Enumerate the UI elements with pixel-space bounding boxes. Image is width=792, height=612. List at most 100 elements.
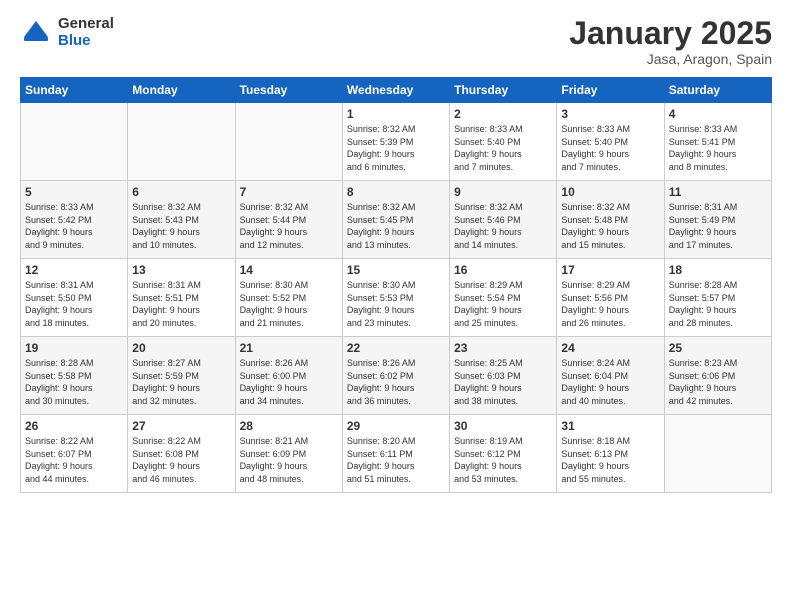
day-number: 28	[240, 419, 338, 433]
logo-icon	[20, 17, 52, 49]
calendar-cell: 11Sunrise: 8:31 AM Sunset: 5:49 PM Dayli…	[664, 181, 771, 259]
calendar-cell: 31 Sunrise: 8:18 AM Sunset: 6:13 PM Dayli…	[557, 415, 664, 493]
day-info: Sunrise: 8:20 AM Sunset: 6:11 PM Dayligh…	[347, 435, 445, 485]
day-info: Sunrise: 8:32 AM Sunset: 5:43 PM Dayligh…	[132, 201, 230, 251]
logo-blue-label: Blue	[58, 33, 114, 50]
calendar-cell: 15 Sunrise: 8:30 AM Sunset: 5:53 PM Dayli…	[342, 259, 449, 337]
calendar-cell: 28 Sunrise: 8:21 AM Sunset: 6:09 PM Dayli…	[235, 415, 342, 493]
day-info: Sunrise: 8:32 AM Sunset: 5:48 PM Dayligh…	[561, 201, 659, 251]
calendar: SundayMondayTuesdayWednesdayThursdayFrid…	[20, 77, 772, 493]
calendar-cell: 12 Sunrise: 8:31 AM Sunset: 5:50 PM Dayli…	[21, 259, 128, 337]
calendar-week-row: 26 Sunrise: 8:22 AM Sunset: 6:07 PM Dayli…	[21, 415, 772, 493]
weekday-header: Friday	[557, 78, 664, 103]
day-info: Sunrise: 8:18 AM Sunset: 6:13 PM Dayligh…	[561, 435, 659, 485]
day-info: Sunrise: 8:32 AM Sunset: 5:39 PM Dayligh…	[347, 123, 445, 173]
weekday-header: Tuesday	[235, 78, 342, 103]
day-number: 7	[240, 185, 338, 199]
calendar-cell: 25Sunrise: 8:23 AM Sunset: 6:06 PM Dayli…	[664, 337, 771, 415]
day-number: 27	[132, 419, 230, 433]
day-number: 18	[669, 263, 767, 277]
day-info: Sunrise: 8:26 AM Sunset: 6:00 PM Dayligh…	[240, 357, 338, 407]
calendar-cell	[235, 103, 342, 181]
calendar-cell: 23 Sunrise: 8:25 AM Sunset: 6:03 PM Dayli…	[450, 337, 557, 415]
weekday-header: Wednesday	[342, 78, 449, 103]
day-number: 31	[561, 419, 659, 433]
day-info: Sunrise: 8:22 AM Sunset: 6:08 PM Dayligh…	[132, 435, 230, 485]
day-info: Sunrise: 8:33 AM Sunset: 5:40 PM Dayligh…	[561, 123, 659, 173]
day-number: 30	[454, 419, 552, 433]
day-number: 2	[454, 107, 552, 121]
day-info: Sunrise: 8:22 AM Sunset: 6:07 PM Dayligh…	[25, 435, 123, 485]
calendar-cell	[21, 103, 128, 181]
day-info: Sunrise: 8:26 AM Sunset: 6:02 PM Dayligh…	[347, 357, 445, 407]
day-number: 5	[25, 185, 123, 199]
day-number: 16	[454, 263, 552, 277]
day-info: Sunrise: 8:30 AM Sunset: 5:52 PM Dayligh…	[240, 279, 338, 329]
calendar-week-row: 5Sunrise: 8:33 AM Sunset: 5:42 PM Daylig…	[21, 181, 772, 259]
calendar-cell: 10 Sunrise: 8:32 AM Sunset: 5:48 PM Dayli…	[557, 181, 664, 259]
day-number: 1	[347, 107, 445, 121]
day-info: Sunrise: 8:31 AM Sunset: 5:50 PM Dayligh…	[25, 279, 123, 329]
day-info: Sunrise: 8:21 AM Sunset: 6:09 PM Dayligh…	[240, 435, 338, 485]
logo-text: General Blue	[58, 16, 114, 49]
calendar-cell: 8Sunrise: 8:32 AM Sunset: 5:45 PM Daylig…	[342, 181, 449, 259]
day-number: 10	[561, 185, 659, 199]
calendar-cell: 9Sunrise: 8:32 AM Sunset: 5:46 PM Daylig…	[450, 181, 557, 259]
weekday-header: Sunday	[21, 78, 128, 103]
day-number: 23	[454, 341, 552, 355]
calendar-cell: 4 Sunrise: 8:33 AM Sunset: 5:41 PM Daylig…	[664, 103, 771, 181]
day-info: Sunrise: 8:33 AM Sunset: 5:40 PM Dayligh…	[454, 123, 552, 173]
day-info: Sunrise: 8:32 AM Sunset: 5:44 PM Dayligh…	[240, 201, 338, 251]
day-number: 4	[669, 107, 767, 121]
calendar-cell: 1 Sunrise: 8:32 AM Sunset: 5:39 PM Daylig…	[342, 103, 449, 181]
day-info: Sunrise: 8:27 AM Sunset: 5:59 PM Dayligh…	[132, 357, 230, 407]
day-info: Sunrise: 8:19 AM Sunset: 6:12 PM Dayligh…	[454, 435, 552, 485]
day-number: 12	[25, 263, 123, 277]
day-number: 14	[240, 263, 338, 277]
day-info: Sunrise: 8:31 AM Sunset: 5:49 PM Dayligh…	[669, 201, 767, 251]
day-info: Sunrise: 8:30 AM Sunset: 5:53 PM Dayligh…	[347, 279, 445, 329]
day-number: 13	[132, 263, 230, 277]
calendar-cell: 5Sunrise: 8:33 AM Sunset: 5:42 PM Daylig…	[21, 181, 128, 259]
day-info: Sunrise: 8:31 AM Sunset: 5:51 PM Dayligh…	[132, 279, 230, 329]
calendar-cell: 24 Sunrise: 8:24 AM Sunset: 6:04 PM Dayli…	[557, 337, 664, 415]
calendar-cell: 13 Sunrise: 8:31 AM Sunset: 5:51 PM Dayli…	[128, 259, 235, 337]
day-info: Sunrise: 8:32 AM Sunset: 5:46 PM Dayligh…	[454, 201, 552, 251]
location-subtitle: Jasa, Aragon, Spain	[569, 51, 772, 67]
calendar-cell	[664, 415, 771, 493]
page: General Blue January 2025 Jasa, Aragon, …	[0, 0, 792, 612]
day-info: Sunrise: 8:33 AM Sunset: 5:41 PM Dayligh…	[669, 123, 767, 173]
weekday-header: Monday	[128, 78, 235, 103]
calendar-cell: 19Sunrise: 8:28 AM Sunset: 5:58 PM Dayli…	[21, 337, 128, 415]
day-number: 20	[132, 341, 230, 355]
calendar-cell: 6 Sunrise: 8:32 AM Sunset: 5:43 PM Daylig…	[128, 181, 235, 259]
calendar-cell: 30 Sunrise: 8:19 AM Sunset: 6:12 PM Dayli…	[450, 415, 557, 493]
day-number: 3	[561, 107, 659, 121]
day-number: 24	[561, 341, 659, 355]
day-number: 29	[347, 419, 445, 433]
calendar-cell: 29 Sunrise: 8:20 AM Sunset: 6:11 PM Dayli…	[342, 415, 449, 493]
day-number: 22	[347, 341, 445, 355]
day-info: Sunrise: 8:28 AM Sunset: 5:57 PM Dayligh…	[669, 279, 767, 329]
day-number: 15	[347, 263, 445, 277]
day-number: 17	[561, 263, 659, 277]
calendar-week-row: 1 Sunrise: 8:32 AM Sunset: 5:39 PM Daylig…	[21, 103, 772, 181]
calendar-cell: 16Sunrise: 8:29 AM Sunset: 5:54 PM Dayli…	[450, 259, 557, 337]
logo-general-label: General	[58, 16, 114, 33]
day-number: 26	[25, 419, 123, 433]
calendar-cell	[128, 103, 235, 181]
day-info: Sunrise: 8:24 AM Sunset: 6:04 PM Dayligh…	[561, 357, 659, 407]
day-info: Sunrise: 8:25 AM Sunset: 6:03 PM Dayligh…	[454, 357, 552, 407]
day-number: 21	[240, 341, 338, 355]
calendar-cell: 2 Sunrise: 8:33 AM Sunset: 5:40 PM Daylig…	[450, 103, 557, 181]
calendar-cell: 3 Sunrise: 8:33 AM Sunset: 5:40 PM Daylig…	[557, 103, 664, 181]
day-number: 19	[25, 341, 123, 355]
calendar-cell: 21 Sunrise: 8:26 AM Sunset: 6:00 PM Dayli…	[235, 337, 342, 415]
calendar-week-row: 19Sunrise: 8:28 AM Sunset: 5:58 PM Dayli…	[21, 337, 772, 415]
day-info: Sunrise: 8:29 AM Sunset: 5:56 PM Dayligh…	[561, 279, 659, 329]
calendar-cell: 7 Sunrise: 8:32 AM Sunset: 5:44 PM Daylig…	[235, 181, 342, 259]
day-number: 6	[132, 185, 230, 199]
calendar-cell: 14 Sunrise: 8:30 AM Sunset: 5:52 PM Dayli…	[235, 259, 342, 337]
calendar-week-row: 12 Sunrise: 8:31 AM Sunset: 5:50 PM Dayli…	[21, 259, 772, 337]
month-title: January 2025	[569, 16, 772, 51]
